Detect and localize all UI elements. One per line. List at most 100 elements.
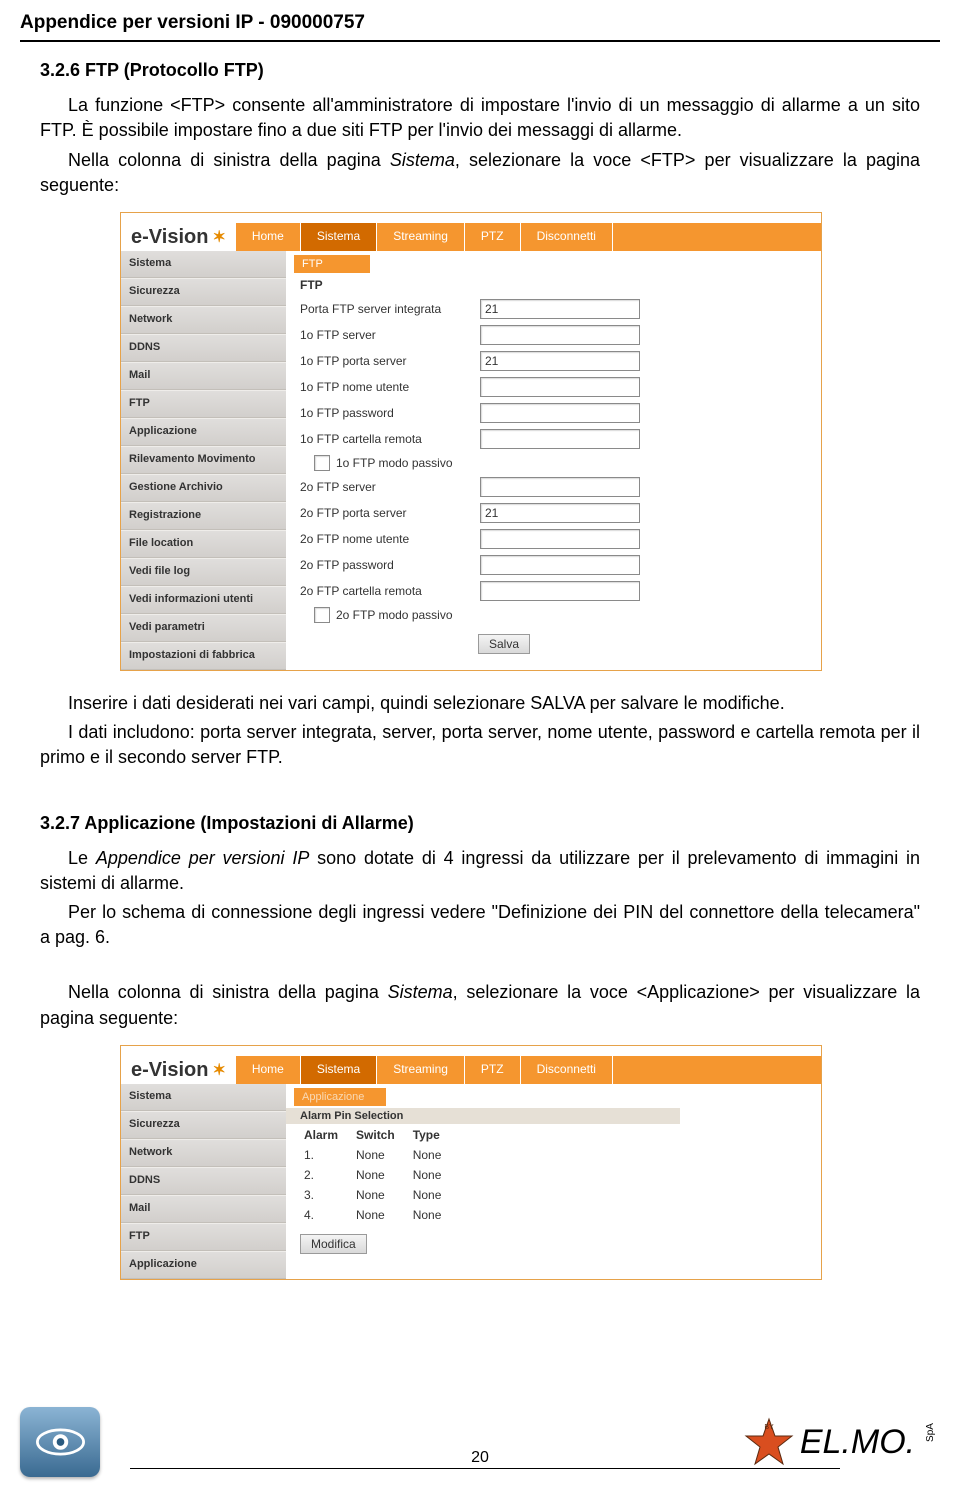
form-row: 2o FTP server <box>286 474 821 500</box>
para: Le Appendice per versioni IP sono dotate… <box>40 846 920 896</box>
para: Per lo schema di connessione degli ingre… <box>40 900 920 950</box>
field-label: 2o FTP password <box>300 558 480 572</box>
sidebar-item[interactable]: Network <box>121 1139 286 1167</box>
nav-tab-streaming[interactable]: Streaming <box>377 1056 465 1084</box>
para: Nella colonna di sinistra della pagina S… <box>40 148 920 198</box>
form-row: 2o FTP nome utente <box>286 526 821 552</box>
form-row: 1o FTP cartella remota <box>286 426 821 452</box>
sidebar-item[interactable]: Sicurezza <box>121 278 286 306</box>
field-label: 2o FTP porta server <box>300 506 480 520</box>
table-row: 4.NoneNone <box>302 1206 455 1224</box>
sidebar-item[interactable]: FTP <box>121 390 286 418</box>
nav-tab-disconnetti[interactable]: Disconnetti <box>521 1056 613 1084</box>
breadcrumb-ftp: FTP <box>294 255 370 273</box>
doc-header: Appendice per versioni IP - 090000757 <box>0 0 960 38</box>
breadcrumb-app: Applicazione <box>294 1088 386 1106</box>
panel-title-alarm: Alarm Pin Selection <box>286 1108 680 1124</box>
nav-tab-disconnetti[interactable]: Disconnetti <box>521 223 613 251</box>
evision-logo: e-Vision✶ <box>121 1055 236 1084</box>
sidebar-item[interactable]: Network <box>121 306 286 334</box>
para: La funzione <FTP> consente all'amministr… <box>40 93 920 143</box>
page-footer: 20 BY EL.MO. SpA <box>0 1468 960 1477</box>
form-row: Porta FTP server integrata21 <box>286 296 821 322</box>
screenshot-app: e-Vision✶ HomeSistemaStreamingPTZDisconn… <box>120 1045 822 1280</box>
svg-text:BY: BY <box>764 1424 774 1431</box>
sidebar-item[interactable]: Gestione Archivio <box>121 474 286 502</box>
nav-tab-home[interactable]: Home <box>236 1056 301 1084</box>
sidebar-item[interactable]: Rilevamento Movimento <box>121 446 286 474</box>
sidebar-item[interactable]: Mail <box>121 362 286 390</box>
form-row: 2o FTP password <box>286 552 821 578</box>
eye-icon <box>20 1407 100 1477</box>
sidebar-item[interactable]: Sicurezza <box>121 1111 286 1139</box>
elmo-star-icon: BY <box>744 1417 794 1467</box>
sidebar-item[interactable]: Vedi informazioni utenti <box>121 586 286 614</box>
save-button[interactable]: Salva <box>478 634 530 654</box>
para: Nella colonna di sinistra della pagina S… <box>40 980 920 1030</box>
sidebar-item[interactable]: Vedi file log <box>121 558 286 586</box>
sidebar-item[interactable]: Sistema <box>121 251 286 278</box>
table-row: 2.NoneNone <box>302 1166 455 1184</box>
elmo-logo: BY EL.MO. SpA <box>744 1417 940 1467</box>
form-row: 1o FTP password <box>286 400 821 426</box>
text-input[interactable]: 21 <box>480 299 640 319</box>
sidebar-item[interactable]: File location <box>121 530 286 558</box>
text-input[interactable] <box>480 429 640 449</box>
modify-button[interactable]: Modifica <box>300 1234 367 1254</box>
sidebar-item[interactable]: FTP <box>121 1223 286 1251</box>
text-input[interactable] <box>480 377 640 397</box>
text-input[interactable]: 21 <box>480 503 640 523</box>
sidebar-item[interactable]: Applicazione <box>121 418 286 446</box>
nav-tab-sistema[interactable]: Sistema <box>301 223 377 251</box>
form-row: 1o FTP server <box>286 322 821 348</box>
sidebar-item[interactable]: Sistema <box>121 1084 286 1111</box>
text-input[interactable] <box>480 581 640 601</box>
form-row: 1o FTP nome utente <box>286 374 821 400</box>
nav-tab-home[interactable]: Home <box>236 223 301 251</box>
field-label: 1o FTP porta server <box>300 354 480 368</box>
page-number: 20 <box>465 1449 495 1467</box>
sidebar-item[interactable]: Impostazioni di fabbrica <box>121 642 286 670</box>
logo-star-icon: ✶ <box>212 227 225 247</box>
section-heading-ftp: 3.2.6 FTP (Protocollo FTP) <box>40 58 920 83</box>
para: I dati includono: porta server integrata… <box>40 720 920 770</box>
nav-tab-streaming[interactable]: Streaming <box>377 223 465 251</box>
table-row: 1.NoneNone <box>302 1146 455 1164</box>
field-label: 1o FTP nome utente <box>300 380 480 394</box>
text-input[interactable] <box>480 555 640 575</box>
sidebar-item[interactable]: Vedi parametri <box>121 614 286 642</box>
field-label: 1o FTP password <box>300 406 480 420</box>
form-row: 1o FTP porta server21 <box>286 348 821 374</box>
table-header: Alarm <box>302 1126 352 1144</box>
form-row: 1o FTP modo passivo <box>286 452 821 474</box>
text-input[interactable] <box>480 325 640 345</box>
form-row: 2o FTP cartella remota <box>286 578 821 604</box>
field-label: 2o FTP modo passivo <box>336 608 453 622</box>
checkbox[interactable] <box>314 455 330 471</box>
logo-star-icon: ✶ <box>212 1060 225 1080</box>
sidebar-item[interactable]: DDNS <box>121 334 286 362</box>
text-input[interactable]: 21 <box>480 351 640 371</box>
text-input[interactable] <box>480 529 640 549</box>
nav-tab-ptz[interactable]: PTZ <box>465 1056 521 1084</box>
field-label: 2o FTP cartella remota <box>300 584 480 598</box>
sidebar-item[interactable]: DDNS <box>121 1167 286 1195</box>
table-row: 3.NoneNone <box>302 1186 455 1204</box>
checkbox[interactable] <box>314 607 330 623</box>
form-row: 2o FTP porta server21 <box>286 500 821 526</box>
table-header: Switch <box>354 1126 409 1144</box>
field-label: 2o FTP nome utente <box>300 532 480 546</box>
sidebar-item[interactable]: Applicazione <box>121 1251 286 1279</box>
table-header: Type <box>411 1126 456 1144</box>
sidebar-item[interactable]: Mail <box>121 1195 286 1223</box>
text-input[interactable] <box>480 403 640 423</box>
nav-tab-sistema[interactable]: Sistema <box>301 1056 377 1084</box>
sidebar-item[interactable]: Registrazione <box>121 502 286 530</box>
doc-title: Appendice per versioni IP - 090000757 <box>20 12 365 33</box>
alarm-table: AlarmSwitchType 1.NoneNone 2.NoneNone 3.No… <box>300 1124 457 1226</box>
nav-tab-ptz[interactable]: PTZ <box>465 223 521 251</box>
field-label: 1o FTP server <box>300 328 480 342</box>
screenshot-ftp: e-Vision✶ HomeSistemaStreamingPTZDisconn… <box>120 212 822 671</box>
field-label: Porta FTP server integrata <box>300 302 480 316</box>
text-input[interactable] <box>480 477 640 497</box>
